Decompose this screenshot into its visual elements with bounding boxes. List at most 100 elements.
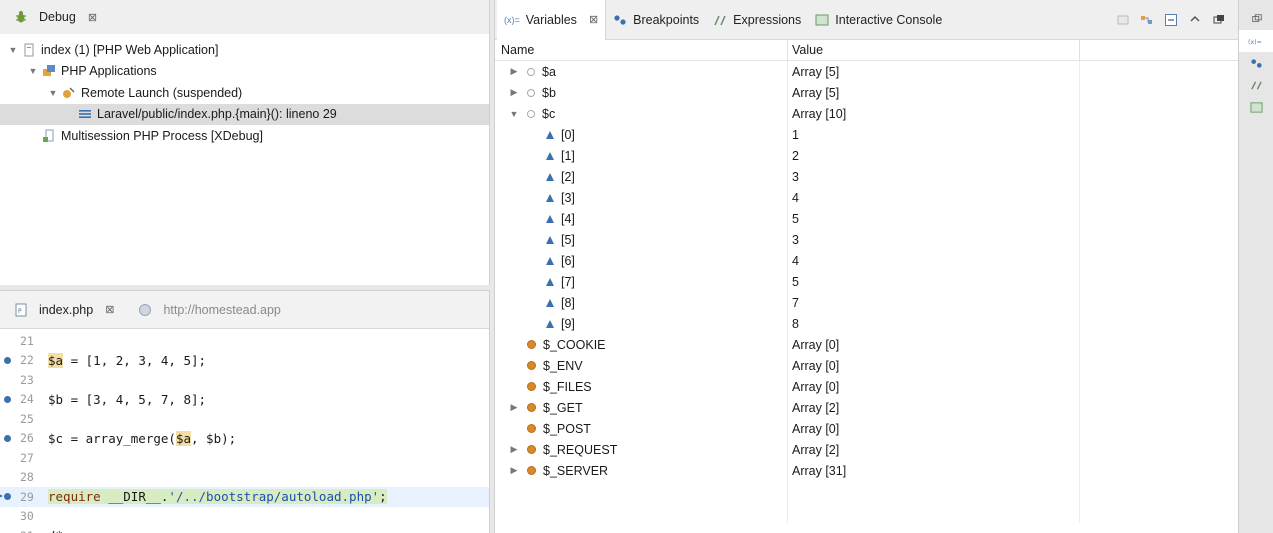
code-line[interactable]: 23 [0,370,489,390]
variable-row[interactable]: $_POST Array [0] [495,418,1238,439]
line-number[interactable]: 31 [0,529,48,533]
variable-row[interactable]: [5] 3 [495,229,1238,250]
variable-extra-cell [1080,271,1238,292]
breakpoints-trim-icon[interactable] [1239,52,1273,74]
variable-row[interactable]: [0] 1 [495,124,1238,145]
tab-browser[interactable]: http://homestead.app [124,293,290,327]
variable-row[interactable]: [7] 5 [495,271,1238,292]
superglobal-icon [527,403,536,412]
line-number[interactable]: 22 [0,353,48,367]
debug-tree-item[interactable]: Multisession PHP Process [XDebug] [0,125,489,147]
line-number[interactable]: 25 [0,412,48,426]
line-number[interactable]: 29 [0,490,48,504]
code-area[interactable]: 21 22 $a = [1, 2, 3, 4, 5]; 23 24 $b = [3, 4,… [0,329,489,533]
variable-row[interactable]: $_COOKIE Array [0] [495,334,1238,355]
array-element-icon [546,193,554,202]
debug-tree-item[interactable]: Laravel/public/index.php.{main}(): linen… [0,103,489,125]
expand-toggle-icon[interactable]: ▶ [507,87,521,98]
variable-name-cell: ▼ $c [495,103,788,124]
line-number[interactable]: 24 [0,392,48,406]
code-line[interactable]: 24 $b = [3, 4, 5, 7, 8]; [0,390,489,410]
debug-tree-item[interactable]: ▼ PHP Applications [0,61,489,83]
variables-trim-icon[interactable]: (x)= [1239,30,1273,52]
variable-row[interactable]: $_ENV Array [0] [495,355,1238,376]
variable-name-cell: [8] [495,292,788,313]
tab-expressions[interactable]: Expressions [706,0,808,40]
variable-name-cell: $_POST [495,418,788,439]
variable-row[interactable]: [6] 4 [495,250,1238,271]
debug-tree-item[interactable]: ▼ Remote Launch (suspended) [0,82,489,104]
debug-tree-item[interactable]: ▼ index (1) [PHP Web Application] [0,39,489,61]
expand-toggle-icon[interactable]: ▼ [507,109,521,119]
code-line[interactable]: 21 [0,331,489,351]
variable-name-cell: ▶ $_SERVER [495,460,788,481]
variable-row[interactable]: [3] 4 [495,187,1238,208]
code-line[interactable]: 30 [0,507,489,527]
console-trim-icon[interactable] [1239,96,1273,118]
variables-tabbar: (x)= Variables ⊠ Breakpoints Expressions Inte… [495,0,1238,40]
code-line[interactable]: 29 require __DIR__.'/../bootstrap/autoloa… [0,487,489,507]
variable-value: 1 [788,124,1080,145]
expand-toggle-icon[interactable]: ▼ [8,45,18,55]
instruction-pointer-icon[interactable] [0,493,11,501]
breakpoint-icon[interactable] [4,356,11,364]
code-line[interactable]: 22 $a = [1, 2, 3, 4, 5]; [0,351,489,371]
code-line[interactable]: 26 $c = array_merge($a, $b); [0,429,489,449]
variable-row[interactable]: [4] 5 [495,208,1238,229]
line-number[interactable]: 26 [0,431,48,445]
expand-toggle-icon[interactable]: ▼ [28,66,38,76]
line-number[interactable]: 30 [0,509,48,523]
variable-row[interactable]: ▶ $b Array [5] [495,82,1238,103]
collapse-all-icon[interactable] [1164,13,1178,27]
show-type-names-icon[interactable] [1116,13,1130,27]
code-text: $a = [1, 2, 3, 4, 5]; [48,352,206,368]
expand-toggle-icon[interactable]: ▼ [48,88,58,98]
variable-row[interactable]: [1] 2 [495,145,1238,166]
line-number[interactable]: 28 [0,470,48,484]
variable-row[interactable]: ▶ $_GET Array [2] [495,397,1238,418]
tab-variables[interactable]: (x)= Variables ⊠ [497,0,607,40]
show-logical-structure-icon[interactable] [1140,13,1154,27]
column-value[interactable]: Value [788,40,1080,60]
close-icon[interactable]: ⊠ [105,303,114,316]
variable-row[interactable]: [9] 8 [495,313,1238,334]
line-number[interactable]: 21 [0,334,48,348]
tab-debug[interactable]: Debug ⊠ [0,0,107,34]
expand-toggle-icon[interactable]: ▶ [507,66,521,77]
restore-icon[interactable] [1239,8,1273,30]
expand-toggle-icon[interactable]: ▶ [507,465,521,476]
code-line[interactable]: 25 [0,409,489,429]
view-menu-icon[interactable] [1188,13,1202,27]
variable-row[interactable]: ▼ $c Array [10] [495,103,1238,124]
variable-row[interactable]: [2] 3 [495,166,1238,187]
expand-toggle-icon[interactable]: ▶ [507,402,521,413]
variable-row[interactable]: ▶ $_REQUEST Array [2] [495,439,1238,460]
code-line[interactable]: 27 [0,448,489,468]
expand-toggle-icon[interactable]: ▶ [507,444,521,455]
empty-cell [495,481,788,502]
line-number[interactable]: 27 [0,451,48,465]
variable-value: Array [0] [788,418,1080,439]
expressions-trim-icon[interactable] [1239,74,1273,96]
breakpoint-icon[interactable] [4,395,11,403]
maximize-icon[interactable] [1212,13,1226,27]
breakpoint-icon[interactable] [4,434,11,442]
variable-value: Array [2] [788,397,1080,418]
close-icon[interactable]: ⊠ [88,11,97,24]
variable-row[interactable]: [8] 7 [495,292,1238,313]
variable-value: Array [10] [788,103,1080,124]
variable-row[interactable]: ▶ $_SERVER Array [31] [495,460,1238,481]
line-number[interactable]: 23 [0,373,48,387]
variable-extra-cell [1080,208,1238,229]
editor-tab-label: index.php [39,302,94,317]
tab-breakpoints[interactable]: Breakpoints [606,0,706,40]
code-line[interactable]: 28 [0,468,489,488]
code-line[interactable]: 31 /* [0,526,489,533]
close-icon[interactable]: ⊠ [589,13,598,26]
column-name[interactable]: Name [495,40,788,60]
variable-row[interactable]: $_FILES Array [0] [495,376,1238,397]
variable-row[interactable]: ▶ $a Array [5] [495,61,1238,82]
tab-index-php[interactable]: P index.php ⊠ [0,293,124,327]
tab-interactive-console[interactable]: Interactive Console [808,0,949,40]
variables-table: ▶ $a Array [5] ▶ $b Array [5] ▼ $c Array [10] [0]… [495,61,1238,523]
